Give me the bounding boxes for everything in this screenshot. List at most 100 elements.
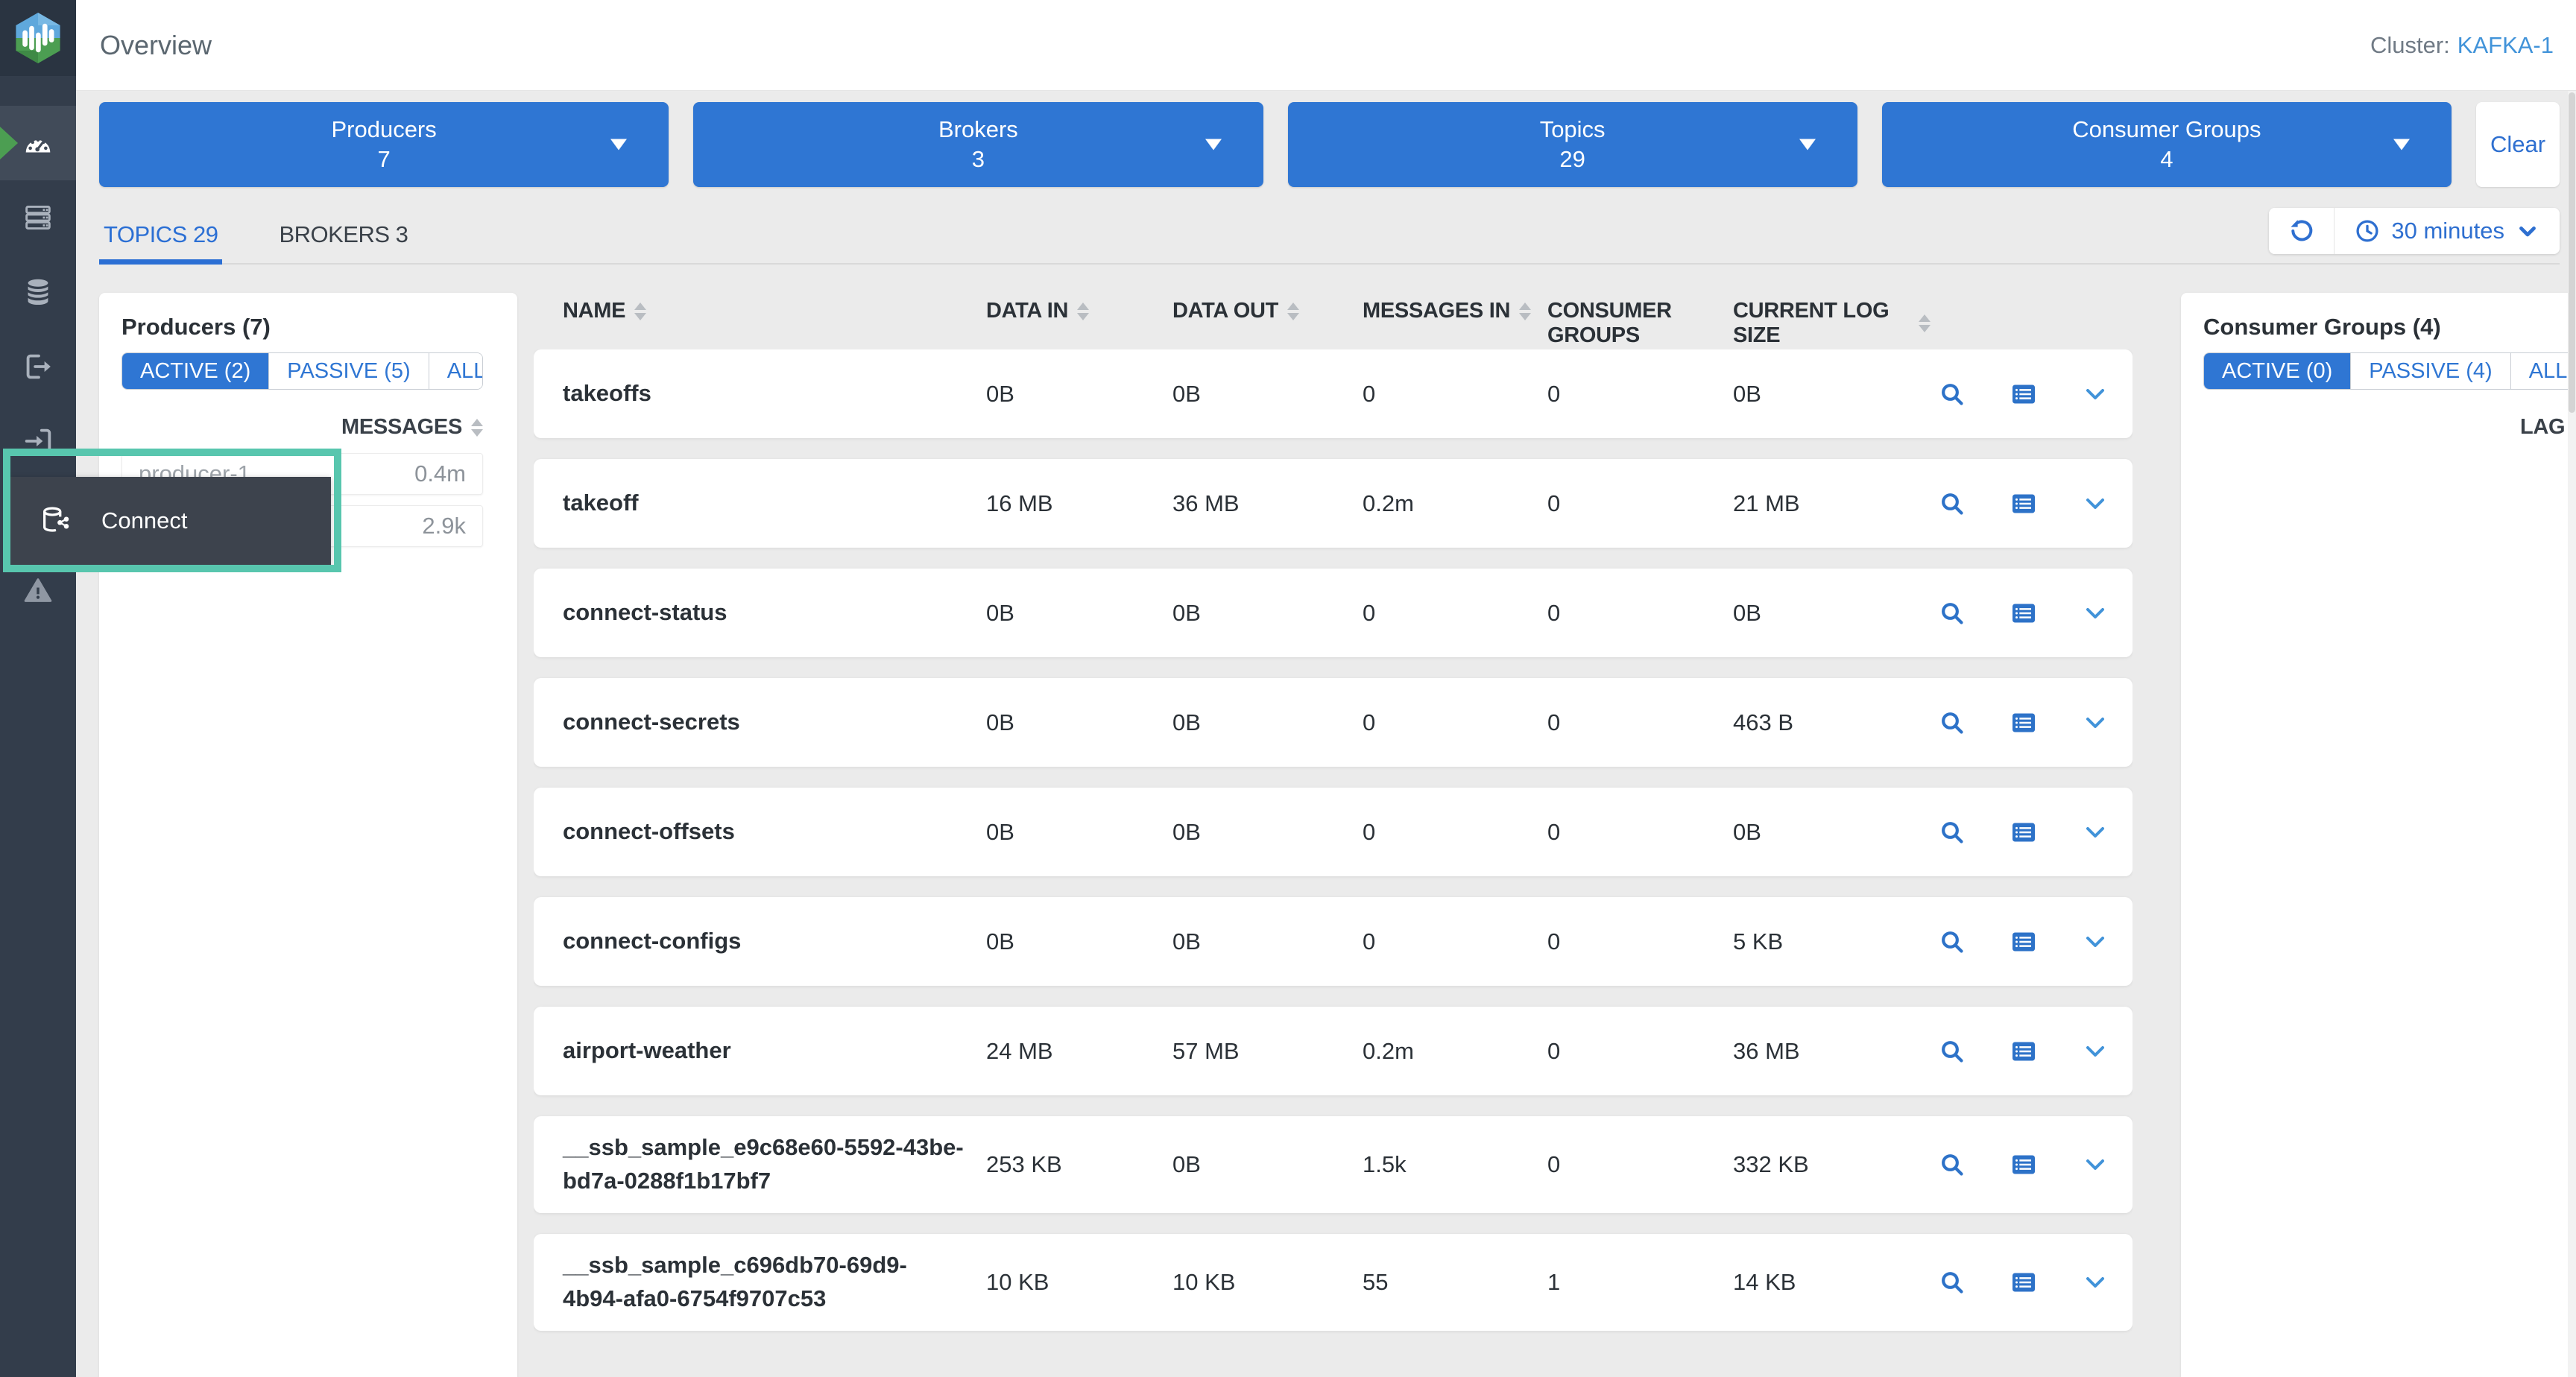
column-label: MESSAGES IN xyxy=(1363,299,1510,323)
topic-consumer-groups: 0 xyxy=(1547,819,1733,846)
time-range-value: 30 minutes xyxy=(2391,218,2504,244)
board: Producers (7) ACTIVE (2) PASSIVE (5) ALL… xyxy=(76,293,2576,1377)
topic-row[interactable]: airport-weather 24 MB 57 MB 0.2m 0 36 MB xyxy=(534,1007,2133,1095)
search-icon[interactable] xyxy=(1937,1267,1967,1297)
topic-row[interactable]: __ssb_sample_c696db70-69d9-4b94-afa0-675… xyxy=(534,1234,2133,1331)
time-range-selector[interactable]: 30 minutes xyxy=(2334,208,2560,254)
messages-column-header[interactable]: MESSAGES xyxy=(121,415,483,440)
sidebar-item-overview[interactable] xyxy=(0,106,76,180)
topic-messages-in: 55 xyxy=(1363,1269,1547,1296)
topic-messages-in: 0 xyxy=(1363,381,1547,408)
chevron-down-icon[interactable] xyxy=(2080,489,2110,519)
sidebar-item-brokers[interactable] xyxy=(0,180,76,255)
topic-row[interactable]: connect-configs 0B 0B 0 0 5 KB xyxy=(534,897,2133,986)
column-header-data-out[interactable]: DATA OUT xyxy=(1172,299,1363,323)
chevron-down-icon[interactable] xyxy=(2080,1267,2110,1297)
entity-filter-button[interactable]: Topics 29 xyxy=(1288,102,1857,187)
topics-table-header: NAME DATA IN DATA OUT MESSAGES IN CONSUM… xyxy=(534,293,2133,349)
entity-filter-button[interactable]: Producers 7 xyxy=(99,102,669,187)
app-logo[interactable] xyxy=(0,0,76,76)
search-icon[interactable] xyxy=(1937,598,1967,628)
topic-row-actions xyxy=(1931,927,2110,957)
topic-profile-icon[interactable] xyxy=(2009,598,2039,628)
producers-filter-all[interactable]: ALL xyxy=(429,353,483,389)
sidebar-item-producers[interactable] xyxy=(0,329,76,404)
entity-filter-button[interactable]: Brokers 3 xyxy=(693,102,1263,187)
chevron-down-icon[interactable] xyxy=(2080,817,2110,847)
topic-profile-icon[interactable] xyxy=(2009,708,2039,738)
topic-consumer-groups: 0 xyxy=(1547,709,1733,736)
search-icon[interactable] xyxy=(1937,489,1967,519)
topic-row[interactable]: connect-offsets 0B 0B 0 0 0B xyxy=(534,788,2133,876)
tab-brokers[interactable]: BROKERS 3 xyxy=(274,221,412,263)
search-icon[interactable] xyxy=(1937,379,1967,409)
topic-profile-icon[interactable] xyxy=(2009,1150,2039,1180)
consumer-groups-panel: Consumer Groups (4) ACTIVE (0) PASSIVE (… xyxy=(2181,293,2576,1377)
topic-profile-icon[interactable] xyxy=(2009,1036,2039,1066)
topic-row[interactable]: connect-secrets 0B 0B 0 0 463 B xyxy=(534,678,2133,767)
tab-topics[interactable]: TOPICS 29 xyxy=(99,221,222,263)
chevron-down-icon[interactable] xyxy=(2080,598,2110,628)
dashboard-icon xyxy=(21,126,55,160)
column-header-messages-in[interactable]: MESSAGES IN xyxy=(1363,299,1547,323)
filter-button-count: 4 xyxy=(2160,145,2173,174)
topic-log-size: 5 KB xyxy=(1733,928,1931,955)
topic-messages-in: 0.2m xyxy=(1363,490,1547,517)
producer-messages: 0.4m xyxy=(414,460,466,487)
producers-filter-active[interactable]: ACTIVE (2) xyxy=(122,353,269,389)
lag-column-header[interactable]: LAG xyxy=(2203,415,2576,440)
topic-log-size: 21 MB xyxy=(1733,490,1931,517)
cluster-label: Cluster: xyxy=(2370,32,2450,58)
cluster-link[interactable]: KAFKA-1 xyxy=(2457,32,2554,58)
topic-name: __ssb_sample_e9c68e60-5592-43be-bd7a-028… xyxy=(563,1131,986,1198)
topic-row[interactable]: __ssb_sample_e9c68e60-5592-43be-bd7a-028… xyxy=(534,1116,2133,1213)
topic-profile-icon[interactable] xyxy=(2009,489,2039,519)
filter-button-label: Producers xyxy=(331,115,436,145)
column-header-data-in[interactable]: DATA IN xyxy=(986,299,1172,323)
column-label: CONSUMER GROUPS xyxy=(1547,299,1733,348)
producers-filter-passive[interactable]: PASSIVE (5) xyxy=(269,353,429,389)
entity-filter-button[interactable]: Consumer Groups 4 xyxy=(1882,102,2452,187)
topics-table-body: takeoffs 0B 0B 0 0 0B xyxy=(534,349,2133,1377)
topic-profile-icon[interactable] xyxy=(2009,379,2039,409)
chevron-down-icon[interactable] xyxy=(2080,379,2110,409)
search-icon[interactable] xyxy=(1937,817,1967,847)
topic-data-in: 10 KB xyxy=(986,1269,1172,1296)
consumer-groups-filter-passive[interactable]: PASSIVE (4) xyxy=(2351,353,2510,389)
chevron-down-icon[interactable] xyxy=(2080,708,2110,738)
sidebar-item-consumers[interactable] xyxy=(0,404,76,478)
sort-arrows-icon xyxy=(1919,314,1931,332)
scrollbar-thumb[interactable] xyxy=(2569,92,2575,413)
search-icon[interactable] xyxy=(1937,1036,1967,1066)
consumer-groups-filter-all[interactable]: ALL xyxy=(2511,353,2576,389)
connect-flyout[interactable]: Connect xyxy=(10,477,331,565)
refresh-button[interactable] xyxy=(2269,208,2334,254)
scrollbar[interactable] xyxy=(2568,91,2576,1377)
alerts-icon xyxy=(21,573,55,607)
search-icon[interactable] xyxy=(1937,708,1967,738)
chevron-down-icon[interactable] xyxy=(2080,927,2110,957)
topic-log-size: 0B xyxy=(1733,600,1931,627)
chevron-down-icon[interactable] xyxy=(2080,1150,2110,1180)
sort-arrows-icon xyxy=(471,419,483,437)
sidebar-item-topics[interactable] xyxy=(0,255,76,329)
consumer-groups-filter-active[interactable]: ACTIVE (0) xyxy=(2204,353,2351,389)
chevron-down-icon[interactable] xyxy=(2080,1036,2110,1066)
search-icon[interactable] xyxy=(1937,927,1967,957)
clear-button[interactable]: Clear xyxy=(2476,102,2560,187)
search-icon[interactable] xyxy=(1937,1150,1967,1180)
topic-data-in: 0B xyxy=(986,381,1172,408)
topic-row[interactable]: connect-status 0B 0B 0 0 0B xyxy=(534,569,2133,657)
topic-log-size: 332 KB xyxy=(1733,1151,1931,1178)
topic-profile-icon[interactable] xyxy=(2009,1267,2039,1297)
tab-bar: TOPICS 29 BROKERS 3 30 minutes xyxy=(99,220,2560,265)
topic-row[interactable]: takeoff 16 MB 36 MB 0.2m 0 21 MB xyxy=(534,459,2133,548)
column-header-name[interactable]: NAME xyxy=(563,299,986,323)
topic-row-actions xyxy=(1931,817,2110,847)
producers-icon xyxy=(21,349,55,384)
topic-row-actions xyxy=(1931,1150,2110,1180)
topic-row[interactable]: takeoffs 0B 0B 0 0 0B xyxy=(534,349,2133,438)
topic-name: connect-secrets xyxy=(563,706,986,739)
topic-profile-icon[interactable] xyxy=(2009,817,2039,847)
topic-profile-icon[interactable] xyxy=(2009,927,2039,957)
